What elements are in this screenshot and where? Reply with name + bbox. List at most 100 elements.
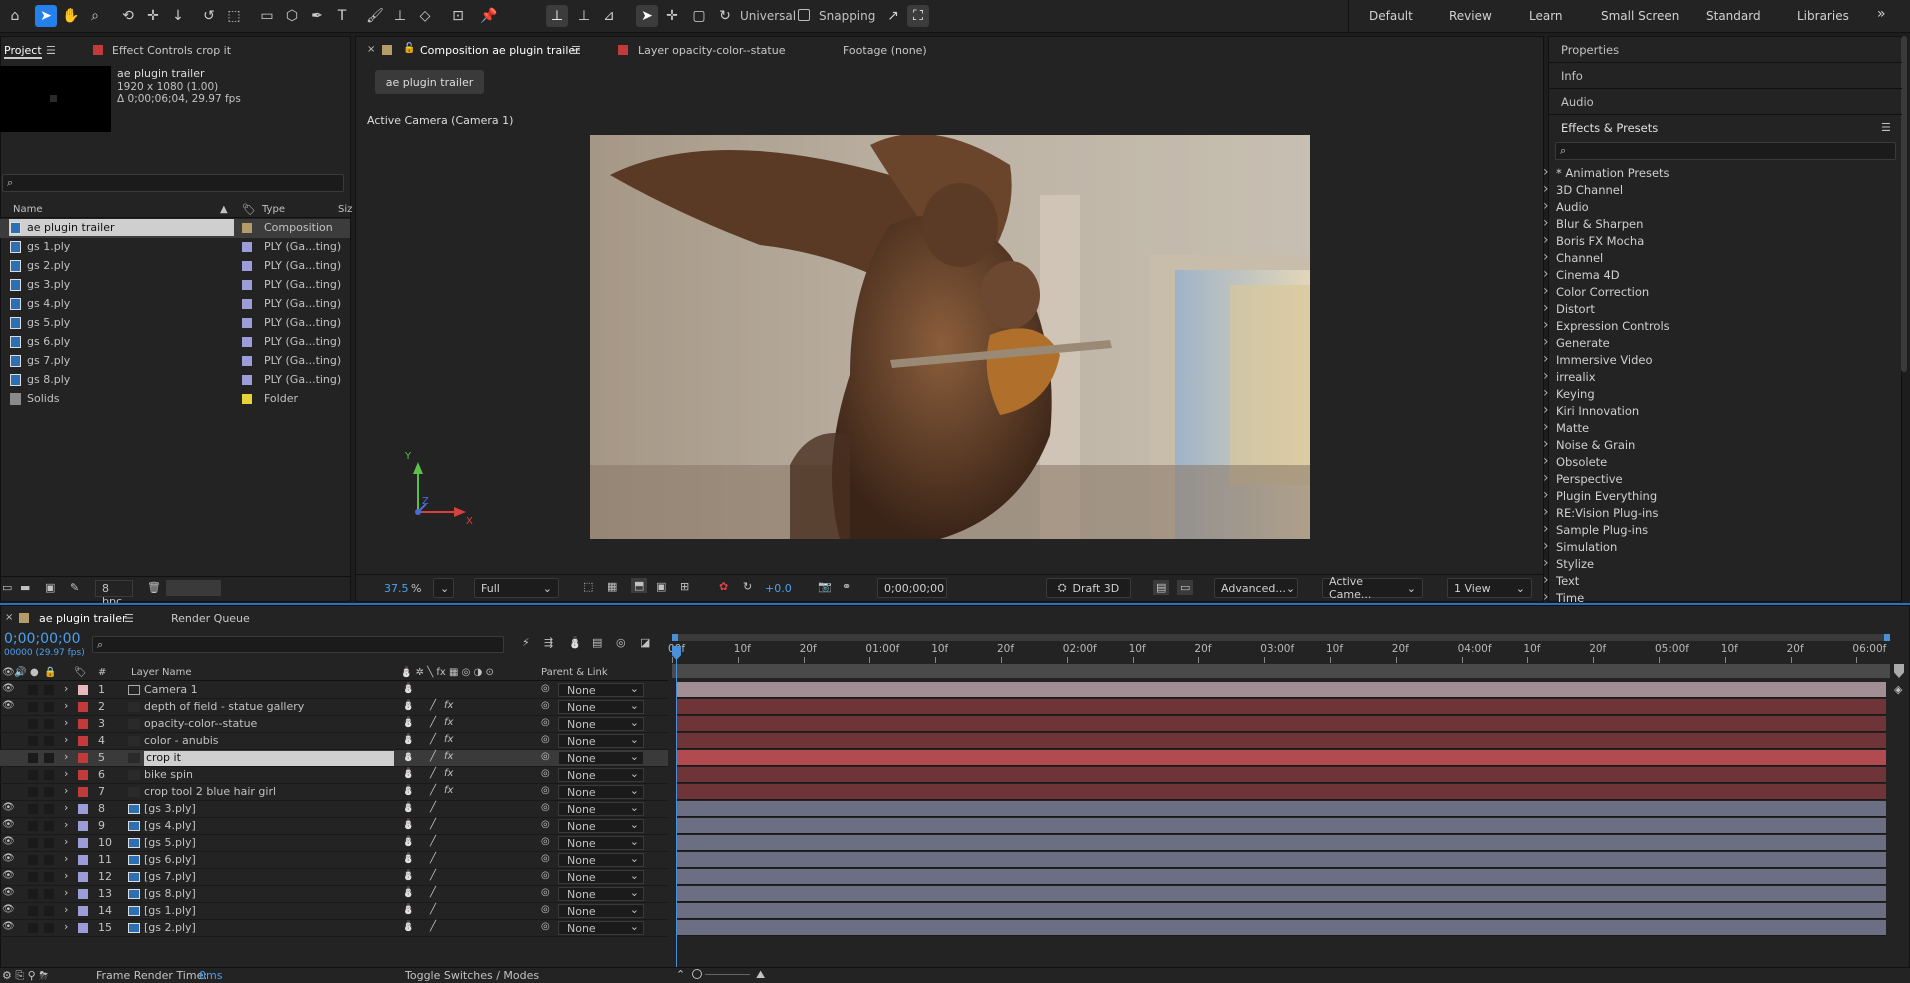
work-area-bar[interactable] <box>672 634 1890 641</box>
zoom-slider-handle[interactable] <box>692 969 702 979</box>
solo-toggle[interactable] <box>28 736 38 746</box>
tab-timeline-comp[interactable]: ae plugin trailer <box>39 612 127 625</box>
layer-duration-bar[interactable] <box>676 733 1886 749</box>
project-item[interactable]: gs 5.ply PLY (Ga...ting) <box>0 314 350 333</box>
footer-render-icon[interactable]: ⚙ ⎘ ⚲ ⛈ <box>2 969 48 983</box>
shy-switch[interactable]: ⛄ <box>402 683 414 694</box>
brush-tool-icon[interactable]: 🖌 <box>364 5 386 27</box>
lock-toggle[interactable] <box>44 804 54 814</box>
shy-switch[interactable]: ⛄ <box>402 921 414 932</box>
layer-duration-bar[interactable] <box>676 835 1886 851</box>
scale-icon[interactable]: ▢ <box>688 5 710 27</box>
shy-switch[interactable]: ⛄ <box>402 734 414 745</box>
visibility-eye-icon[interactable]: 👁 <box>2 700 15 711</box>
lock-toggle[interactable] <box>44 770 54 780</box>
layer-label-color[interactable] <box>78 923 88 933</box>
solo-toggle[interactable] <box>28 702 38 712</box>
lock-toggle[interactable] <box>44 736 54 746</box>
layer-duration-bar[interactable] <box>676 699 1886 715</box>
shy-switch[interactable]: ⛄ <box>402 717 414 728</box>
hand-tool-icon[interactable]: ✋ <box>60 5 82 27</box>
layer-name[interactable]: [gs 3.ply] <box>144 802 196 815</box>
visibility-eye-icon[interactable]: 👁 <box>2 819 15 830</box>
tab-project[interactable]: Project <box>4 44 42 59</box>
universal-label[interactable]: Universal <box>740 9 796 23</box>
tab-composition[interactable]: Composition ae plugin trailer <box>420 44 580 57</box>
expand-chevron-icon[interactable]: › <box>64 818 68 831</box>
layer-name[interactable]: [gs 2.ply] <box>144 921 196 934</box>
advanced-dropdown[interactable]: Advanced... ⌄ <box>1214 578 1298 598</box>
layer-label-color[interactable] <box>78 855 88 865</box>
project-item[interactable]: gs 1.ply PLY (Ga...ting) <box>0 238 350 257</box>
rotate-gizmo-icon[interactable]: ↻ <box>714 5 736 27</box>
zoom-slider-track[interactable] <box>705 974 750 975</box>
pickwhip-icon[interactable]: ◎ <box>541 853 550 864</box>
layer-name[interactable]: [gs 7.ply] <box>144 870 196 883</box>
timeline-menu-icon[interactable]: ☰ <box>124 612 134 625</box>
lock-toggle[interactable] <box>44 719 54 729</box>
effects-switch[interactable]: fx <box>444 768 453 779</box>
channels-icon[interactable]: ✿ <box>719 580 728 593</box>
layer-row[interactable]: 👁 › 12 [gs 7.ply] ⛄ ╱ ◎ None ⌄ <box>0 869 668 886</box>
lock-toggle[interactable] <box>44 685 54 695</box>
layer-label-color[interactable] <box>78 753 88 763</box>
layer-name[interactable]: depth of field - statue gallery <box>144 700 304 713</box>
effect-category[interactable]: Keying <box>1543 385 1595 401</box>
solo-toggle[interactable] <box>28 821 38 831</box>
visibility-eye-icon[interactable]: 👁 <box>2 683 15 694</box>
parent-dropdown[interactable]: None ⌄ <box>558 750 644 765</box>
tab-effect-controls[interactable]: Effect Controls crop it <box>112 44 231 57</box>
parent-dropdown[interactable]: None ⌄ <box>558 869 644 884</box>
panel-menu-icon[interactable]: ☰ <box>46 44 56 57</box>
expand-chevron-icon[interactable]: › <box>64 682 68 695</box>
layer-duration-bar[interactable] <box>676 767 1886 783</box>
parent-dropdown[interactable]: None ⌄ <box>558 903 644 918</box>
layer-row[interactable]: 👁 › 11 [gs 6.ply] ⛄ ╱ ◎ None ⌄ <box>0 852 668 869</box>
lock-toggle[interactable] <box>44 753 54 763</box>
solo-toggle[interactable] <box>28 787 38 797</box>
video-toggle-icon[interactable]: 👁 <box>2 667 15 678</box>
layer-row[interactable]: 👁›7crop tool 2 blue hair girl⛄╱fx◎None⌄ <box>0 784 668 801</box>
audio-panel-header[interactable]: Audio <box>1561 95 1594 109</box>
effect-category[interactable]: irrealix <box>1543 368 1595 384</box>
viewer-image[interactable] <box>590 135 1310 539</box>
effects-search-input[interactable]: ⌕ <box>1555 142 1896 160</box>
lock-toggle[interactable] <box>44 838 54 848</box>
selection-tool-icon[interactable]: ➤ <box>35 5 57 27</box>
snap-grid-icon[interactable]: ⛶ <box>907 5 929 27</box>
project-item[interactable]: ae plugin trailer Composition <box>0 219 350 238</box>
parent-dropdown[interactable]: None ⌄ <box>558 818 644 833</box>
quality-switch[interactable]: ╱ <box>430 751 436 762</box>
workspace-standard[interactable]: Standard <box>1706 9 1761 23</box>
playhead-line[interactable] <box>676 648 677 968</box>
effect-category[interactable]: Audio <box>1543 198 1589 214</box>
visibility-eye-icon[interactable]: 👁 <box>2 853 15 864</box>
shy-switch[interactable]: ⛄ <box>402 887 414 898</box>
lock-icon[interactable]: 🔒 <box>44 667 56 678</box>
solo-toggle[interactable] <box>28 838 38 848</box>
layer-duration-bar[interactable] <box>676 818 1886 834</box>
layer-row[interactable]: 👁 › 10 [gs 5.ply] ⛄ ╱ ◎ None ⌄ <box>0 835 668 852</box>
3d-shape-tool-icon[interactable]: ⬡ <box>281 5 303 27</box>
draft-preview-icon[interactable]: ▤ <box>1153 580 1170 595</box>
col-number[interactable]: # <box>98 667 106 678</box>
solo-icon[interactable]: ● <box>30 667 39 678</box>
layer-label-color[interactable] <box>78 719 88 729</box>
effect-category[interactable]: Sample Plug-ins <box>1543 521 1648 537</box>
effect-category[interactable]: Cinema 4D <box>1543 266 1620 282</box>
trash-icon[interactable]: 🗑 <box>147 581 161 594</box>
layer-name[interactable]: color - anubis <box>144 734 219 747</box>
effect-category[interactable]: Matte <box>1543 419 1589 435</box>
effect-category[interactable]: Blur & Sharpen <box>1543 215 1643 231</box>
col-name[interactable]: Name <box>13 204 43 215</box>
info-panel-header[interactable]: Info <box>1561 69 1583 83</box>
show-snapshot-icon[interactable]: ⚭ <box>842 580 851 593</box>
solo-toggle[interactable] <box>28 855 38 865</box>
pickwhip-icon[interactable]: ◎ <box>541 887 550 898</box>
extended-viewer-icon[interactable]: ▭ <box>1177 580 1194 595</box>
snapping-label[interactable]: Snapping <box>819 9 875 23</box>
visibility-eye-icon[interactable]: 👁 <box>2 870 15 881</box>
expand-chevron-icon[interactable]: › <box>64 920 68 933</box>
layer-row[interactable]: 👁 › 13 [gs 8.ply] ⛄ ╱ ◎ None ⌄ <box>0 886 668 903</box>
dolly-tool-icon[interactable]: ↓ <box>167 5 189 27</box>
